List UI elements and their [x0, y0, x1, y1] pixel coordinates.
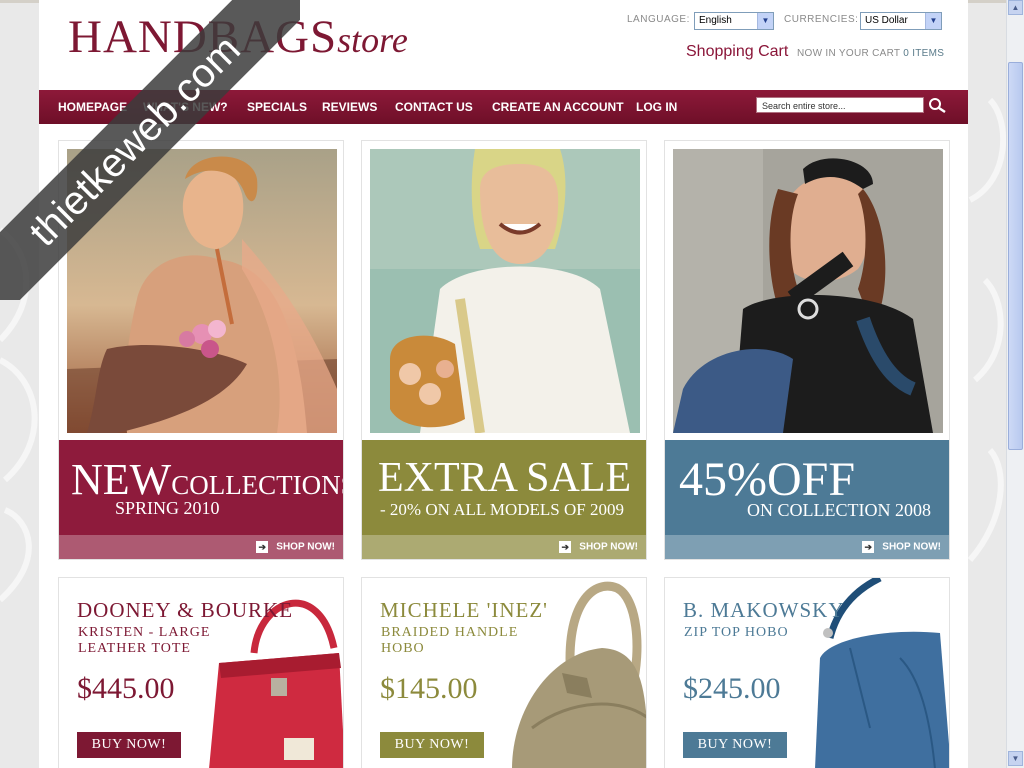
- watermark: thietkeweb.com: [0, 0, 300, 300]
- promo-2-shop-bar[interactable]: ➔ SHOP NOW!: [362, 535, 646, 559]
- product-card-dooney-bourke[interactable]: DOONEY & BOURKE KRISTEN - LARGE LEATHER T…: [58, 577, 344, 768]
- product-card-b-makowsky[interactable]: B. MAKOWSKY ZIP TOP HOBO $245.00 BUY NOW…: [664, 577, 950, 768]
- arrow-right-icon: ➔: [559, 541, 572, 553]
- arrow-right-icon: ➔: [862, 541, 875, 553]
- language-select[interactable]: English ▼: [694, 12, 774, 30]
- scroll-up-icon[interactable]: ▲: [1008, 0, 1023, 15]
- product-2-line2: HOBO: [381, 641, 425, 656]
- shopping-cart-link[interactable]: Shopping Cart: [686, 43, 788, 61]
- currency-select[interactable]: US Dollar ▼: [860, 12, 942, 30]
- product-1-price: $445.00: [77, 672, 175, 705]
- product-1-line2: LEATHER TOTE: [78, 641, 191, 656]
- product-1-buy-now-button[interactable]: BUY NOW!: [77, 732, 181, 758]
- cart-count[interactable]: 0 ITEMS: [903, 48, 944, 59]
- product-3-price: $245.00: [683, 672, 781, 705]
- chevron-down-icon: ▼: [925, 13, 941, 29]
- promo-card-45-off[interactable]: 45%OFF ON COLLECTION 2008 ➔ SHOP NOW!: [664, 140, 950, 560]
- product-card-michele-inez[interactable]: MICHELE 'INEZ' BRAIDED HANDLE HOBO $145.0…: [361, 577, 647, 768]
- promo-banner-3: 45%OFF ON COLLECTION 2008 ➔ SHOP NOW!: [665, 440, 949, 559]
- cart-status: NOW IN YOUR CART 0 ITEMS: [797, 48, 944, 59]
- product-2-desc: BRAIDED HANDLE HOBO: [381, 625, 518, 657]
- product-1-desc: KRISTEN - LARGE LEATHER TOTE: [78, 625, 210, 657]
- promo-3-shop-now[interactable]: ➔ SHOP NOW!: [862, 541, 941, 553]
- promo-1-big-text: NEW: [71, 455, 172, 504]
- promo-photo-3: [673, 149, 943, 433]
- nav-log-in[interactable]: LOG IN: [636, 100, 677, 114]
- search-input[interactable]: Search entire store...: [756, 97, 924, 113]
- promo-2-shop-now[interactable]: ➔ SHOP NOW!: [559, 541, 638, 553]
- scrollbar-thumb[interactable]: [1008, 62, 1023, 450]
- promo-banner-1: NEWCOLLECTIONS SPRING 2010 ➔ SHOP NOW!: [59, 440, 343, 559]
- product-2-brand[interactable]: MICHELE 'INEZ': [380, 598, 548, 623]
- currency-label: CURRENCIES:: [784, 14, 859, 25]
- promo-2-big: EXTRA SALE: [378, 455, 632, 501]
- promo-2-sub: - 20% ON ALL MODELS OF 2009: [380, 500, 624, 519]
- scroll-down-icon[interactable]: ▼: [1008, 751, 1023, 766]
- product-3-line1: ZIP TOP HOBO: [684, 625, 789, 640]
- nav-contact-us[interactable]: CONTACT US: [395, 100, 473, 114]
- language-value: English: [699, 15, 732, 26]
- cart-status-text: NOW IN YOUR CART: [797, 48, 901, 59]
- product-2-line1: BRAIDED HANDLE: [381, 625, 519, 640]
- promo-card-extra-sale[interactable]: EXTRA SALE - 20% ON ALL MODELS OF 2009 ➔…: [361, 140, 647, 560]
- promo-1-shop-bar[interactable]: ➔ SHOP NOW!: [59, 535, 343, 559]
- promo-photo-2: [370, 149, 640, 433]
- promo-3-shop-label: SHOP NOW!: [882, 541, 941, 553]
- promo-3-sub: ON COLLECTION 2008: [747, 500, 931, 520]
- promo-1-rest-text: COLLECTIONS: [171, 470, 343, 500]
- product-1-brand[interactable]: DOONEY & BOURKE: [77, 598, 293, 623]
- nav-reviews[interactable]: REVIEWS: [322, 100, 377, 114]
- vertical-scrollbar[interactable]: ▲ ▼: [1006, 0, 1024, 768]
- promo-1-shop-now[interactable]: ➔ SHOP NOW!: [256, 541, 335, 553]
- nav-create-account[interactable]: CREATE AN ACCOUNT: [492, 100, 624, 114]
- product-3-buy-now-button[interactable]: BUY NOW!: [683, 732, 787, 758]
- watermark-text: thietkeweb.com: [0, 0, 300, 300]
- chevron-down-icon: ▼: [757, 13, 773, 29]
- promo-3-big: 45%OFF: [679, 453, 856, 506]
- product-3-desc: ZIP TOP HOBO: [684, 625, 789, 641]
- search-icon[interactable]: [926, 96, 948, 114]
- promo-1-shop-label: SHOP NOW!: [276, 541, 335, 553]
- promo-banner-2: EXTRA SALE - 20% ON ALL MODELS OF 2009 ➔…: [362, 440, 646, 559]
- logo-script-text: store: [337, 20, 408, 60]
- product-3-brand[interactable]: B. MAKOWSKY: [683, 598, 845, 623]
- product-1-line1: KRISTEN - LARGE: [78, 625, 211, 640]
- product-2-price: $145.00: [380, 672, 478, 705]
- promo-2-shop-label: SHOP NOW!: [579, 541, 638, 553]
- promo-1-sub: SPRING 2010: [115, 498, 220, 518]
- language-label: LANGUAGE:: [627, 14, 690, 25]
- currency-value: US Dollar: [865, 15, 908, 26]
- promo-3-shop-bar[interactable]: ➔ SHOP NOW!: [665, 535, 949, 559]
- arrow-right-icon: ➔: [256, 541, 269, 553]
- product-2-buy-now-button[interactable]: BUY NOW!: [380, 732, 484, 758]
